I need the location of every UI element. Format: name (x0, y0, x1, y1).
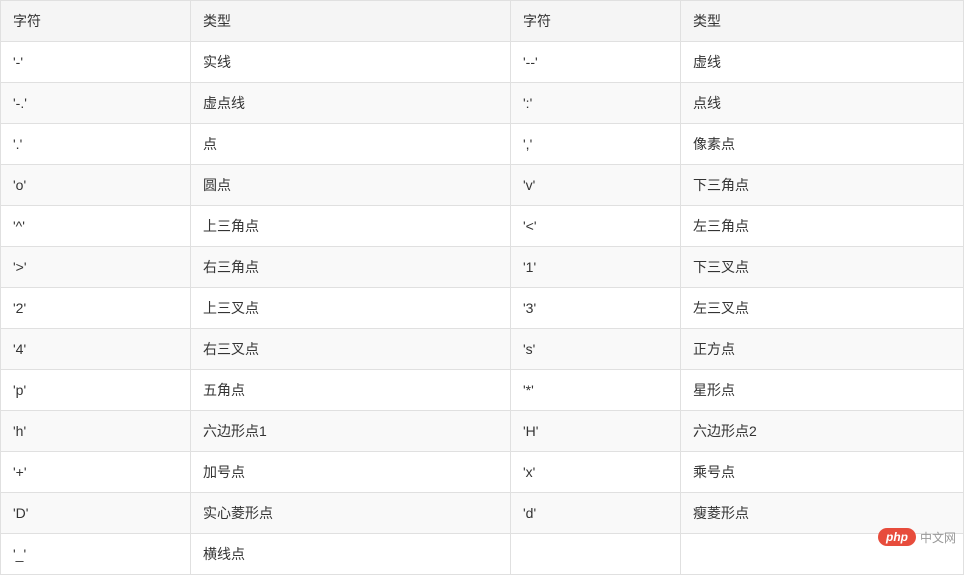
marker-style-table: 字符 类型 字符 类型 '-' 实线 '--' 虚线 '-.' 虚点线 ':' … (0, 0, 964, 575)
table-row: '>' 右三角点 '1' 下三叉点 (1, 247, 964, 288)
table-row: 'h' 六边形点1 'H' 六边形点2 (1, 411, 964, 452)
table-header-row: 字符 类型 字符 类型 (1, 1, 964, 42)
cell-char: 'h' (1, 411, 191, 452)
table-row: '-' 实线 '--' 虚线 (1, 42, 964, 83)
cell-char (511, 534, 681, 575)
cell-type: 星形点 (681, 370, 964, 411)
cell-char: '*' (511, 370, 681, 411)
cell-char: ':' (511, 83, 681, 124)
cell-type: 左三叉点 (681, 288, 964, 329)
table-row: '2' 上三叉点 '3' 左三叉点 (1, 288, 964, 329)
cell-type: 下三角点 (681, 165, 964, 206)
table-row: '^' 上三角点 '<' 左三角点 (1, 206, 964, 247)
cell-char: '>' (1, 247, 191, 288)
table-row: '4' 右三叉点 's' 正方点 (1, 329, 964, 370)
cell-char: 'x' (511, 452, 681, 493)
cell-type: 圆点 (191, 165, 511, 206)
cell-type: 点 (191, 124, 511, 165)
cell-type: 横线点 (191, 534, 511, 575)
table-row: '+' 加号点 'x' 乘号点 (1, 452, 964, 493)
cell-type: 上三叉点 (191, 288, 511, 329)
cell-char: 'v' (511, 165, 681, 206)
cell-type: 像素点 (681, 124, 964, 165)
cell-type: 实线 (191, 42, 511, 83)
table-body: '-' 实线 '--' 虚线 '-.' 虚点线 ':' 点线 '.' 点 ','… (1, 42, 964, 575)
watermark-text: 中文网 (920, 529, 956, 546)
cell-char: 'H' (511, 411, 681, 452)
cell-char: '2' (1, 288, 191, 329)
cell-char: '_' (1, 534, 191, 575)
header-type-1: 类型 (191, 1, 511, 42)
cell-char: '-' (1, 42, 191, 83)
header-char-2: 字符 (511, 1, 681, 42)
cell-type: 下三叉点 (681, 247, 964, 288)
cell-type: 六边形点2 (681, 411, 964, 452)
cell-char: '-.' (1, 83, 191, 124)
watermark: php 中文网 (878, 528, 956, 546)
cell-type: 正方点 (681, 329, 964, 370)
cell-type: 点线 (681, 83, 964, 124)
cell-char: 'o' (1, 165, 191, 206)
watermark-badge: php (878, 528, 916, 546)
cell-type: 虚点线 (191, 83, 511, 124)
cell-type: 加号点 (191, 452, 511, 493)
cell-type: 上三角点 (191, 206, 511, 247)
table-row: '_' 横线点 (1, 534, 964, 575)
cell-char: '+' (1, 452, 191, 493)
cell-type: 五角点 (191, 370, 511, 411)
cell-char: '3' (511, 288, 681, 329)
cell-char: '--' (511, 42, 681, 83)
cell-type: 实心菱形点 (191, 493, 511, 534)
table-row: 'D' 实心菱形点 'd' 瘦菱形点 (1, 493, 964, 534)
table-row: 'o' 圆点 'v' 下三角点 (1, 165, 964, 206)
cell-type: 六边形点1 (191, 411, 511, 452)
cell-type: 右三角点 (191, 247, 511, 288)
cell-type: 右三叉点 (191, 329, 511, 370)
cell-char: '1' (511, 247, 681, 288)
cell-char: ',' (511, 124, 681, 165)
cell-type: 乘号点 (681, 452, 964, 493)
header-type-2: 类型 (681, 1, 964, 42)
cell-type: 虚线 (681, 42, 964, 83)
table-row: '-.' 虚点线 ':' 点线 (1, 83, 964, 124)
cell-char: 's' (511, 329, 681, 370)
cell-char: '<' (511, 206, 681, 247)
cell-char: '^' (1, 206, 191, 247)
cell-type: 左三角点 (681, 206, 964, 247)
cell-char: '.' (1, 124, 191, 165)
table-row: 'p' 五角点 '*' 星形点 (1, 370, 964, 411)
cell-char: 'D' (1, 493, 191, 534)
cell-char: 'p' (1, 370, 191, 411)
table-row: '.' 点 ',' 像素点 (1, 124, 964, 165)
header-char-1: 字符 (1, 1, 191, 42)
cell-char: 'd' (511, 493, 681, 534)
cell-char: '4' (1, 329, 191, 370)
